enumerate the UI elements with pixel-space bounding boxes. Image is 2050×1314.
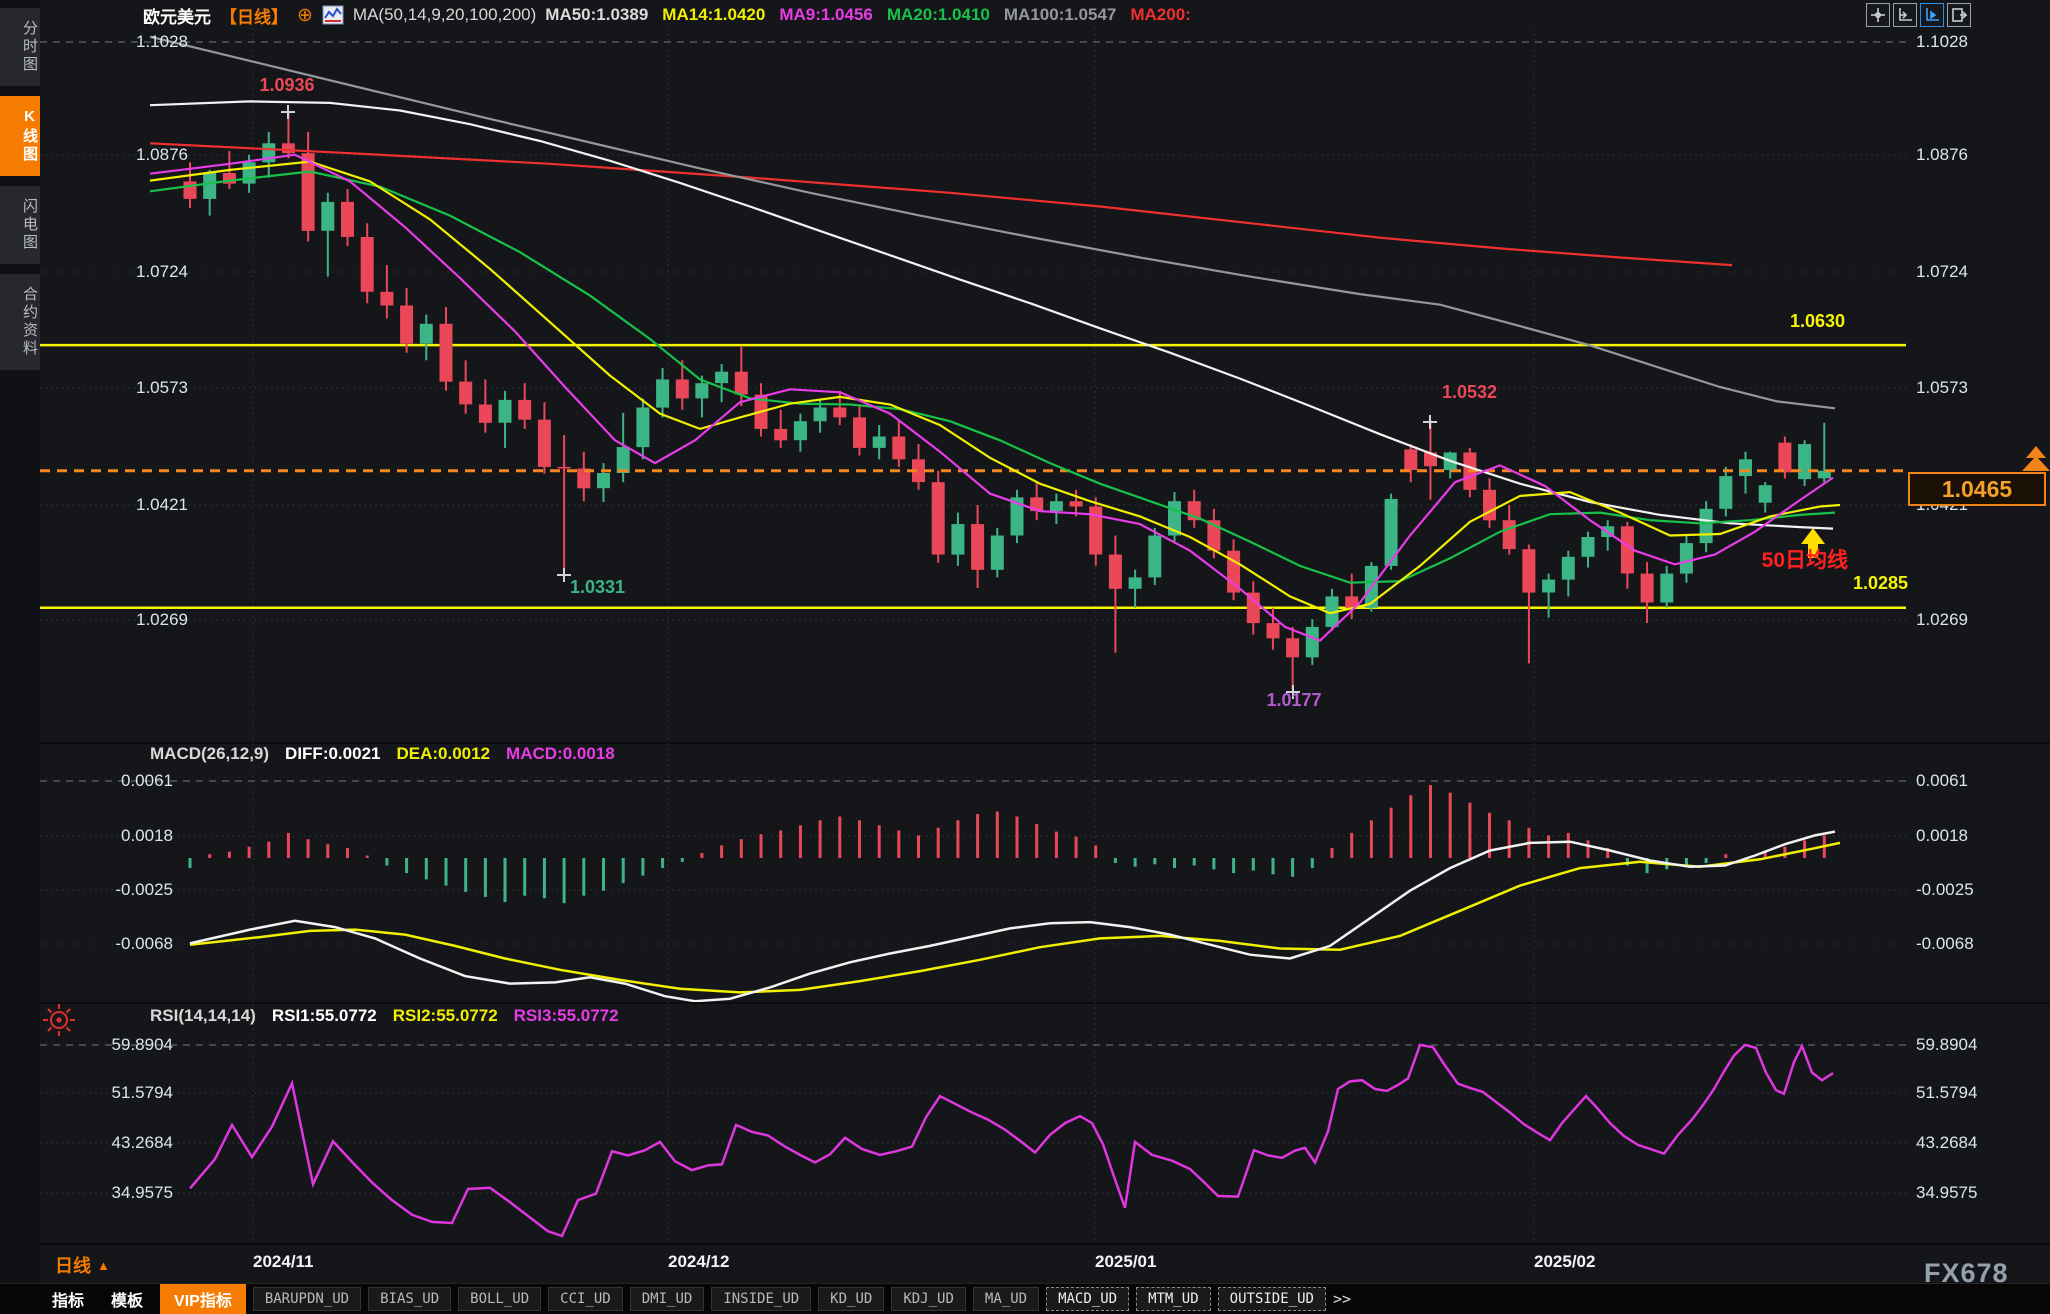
sidebar-item-1[interactable]: K线图 — [0, 96, 40, 176]
indicator-value: RSI3:55.0772 — [514, 1006, 619, 1026]
axis-tick: 51.5794 — [40, 1083, 173, 1103]
axis-tick: 1.0724 — [40, 262, 188, 282]
tab-BARUPDN_UD[interactable]: BARUPDN_UD — [253, 1287, 361, 1311]
axis-tick: 34.9575 — [40, 1183, 173, 1203]
tab-指标[interactable]: 指标 — [42, 1285, 94, 1313]
indicator-value: DIFF:0.0021 — [285, 744, 380, 764]
x-axis-month: 2025/02 — [1534, 1252, 1595, 1272]
axis-tick: 1.0876 — [1916, 145, 1968, 165]
x-axis-month: 2024/11 — [253, 1252, 314, 1272]
tab-MTM_UD[interactable]: MTM_UD — [1136, 1287, 1211, 1311]
indicator-value: MACD(26,12,9) — [150, 744, 269, 764]
ma-value: MA50:1.0389 — [545, 5, 648, 25]
sidebar-item-3[interactable]: 合约资料 — [0, 274, 40, 370]
axis-scale-right-icon[interactable] — [1920, 3, 1944, 27]
axis-tick: 59.8904 — [1916, 1035, 1977, 1055]
chart-header: 欧元美元 【日线】 ⊕ MA(50,14,9,20,100,200) MA50:… — [143, 3, 1191, 27]
ma-values: MA50:1.0389 MA14:1.0420 MA9:1.0456 MA20:1.0… — [545, 5, 1191, 25]
axis-scale-left-icon[interactable] — [1893, 3, 1917, 27]
tab-KD_UD[interactable]: KD_UD — [818, 1287, 884, 1311]
chart-annotation: 1.0630 — [1790, 311, 1845, 332]
sidebar-chart-types: 分时图 K线图闪电图合约资料 — [0, 0, 40, 1283]
axis-tick: 1.0269 — [1916, 610, 1968, 630]
axis-tick: 0.0018 — [1916, 826, 1968, 846]
tab-MACD_UD[interactable]: MACD_UD — [1046, 1287, 1129, 1311]
chart-annotation: 1.0177 — [1266, 690, 1321, 711]
tab-BOLL_UD[interactable]: BOLL_UD — [458, 1287, 541, 1311]
period-tag: 【日线】 — [220, 3, 288, 28]
axis-tick: 1.0876 — [40, 145, 188, 165]
crosshair-icon[interactable] — [1866, 3, 1890, 27]
axis-tick: 0.0061 — [1916, 771, 1968, 791]
tab-VIP指标[interactable]: VIP指标 — [160, 1284, 246, 1314]
indicator-tabbar: 指标模板VIP指标 BARUPDN_UD BIAS_UD BOLL_UD CCI_UD D… — [0, 1283, 2050, 1314]
axis-tick: 1.0269 — [40, 610, 188, 630]
axis-tick: 1.0573 — [1916, 378, 1968, 398]
axis-tick: -0.0025 — [40, 880, 173, 900]
tab-模板[interactable]: 模板 — [101, 1285, 153, 1313]
triangle-up-icon: ▲ — [97, 1258, 110, 1273]
tab-MA_UD[interactable]: MA_UD — [973, 1287, 1039, 1311]
indicator-value: RSI(14,14,14) — [150, 1006, 256, 1026]
axis-tick: 0.0018 — [40, 826, 173, 846]
indicator-value: MACD:0.0018 — [506, 744, 615, 764]
tab-CCI_UD[interactable]: CCI_UD — [548, 1287, 623, 1311]
symbol-name: 欧元美元 — [143, 3, 211, 28]
tab->>[interactable]: >> — [1333, 1290, 1351, 1308]
ma-value: MA9:1.0456 — [779, 5, 873, 25]
chart-canvas[interactable] — [0, 0, 2050, 1314]
x-axis-month: 2025/01 — [1095, 1252, 1156, 1272]
add-indicator-icon[interactable]: ⊕ — [297, 6, 313, 25]
axis-tick: 1.0573 — [40, 378, 188, 398]
sidebar-item-2[interactable]: 闪电图 — [0, 186, 40, 264]
ma-value: MA14:1.0420 — [662, 5, 765, 25]
chart-toolbar — [1866, 3, 1971, 27]
chart-annotation: 1.0936 — [259, 75, 314, 96]
axis-tick: -0.0068 — [40, 934, 173, 954]
mini-chart-icon[interactable] — [322, 5, 344, 25]
axis-tick: 1.1028 — [40, 32, 188, 52]
ma-value: MA200: — [1130, 5, 1190, 25]
axis-tick: -0.0025 — [1916, 880, 1974, 900]
chart-annotation: 1.0285 — [1853, 573, 1908, 594]
x-axis-month: 2024/12 — [668, 1252, 729, 1272]
macd-header: MACD(26,12,9) DIFF:0.0021 DEA:0.0012 MACD:0… — [150, 744, 615, 764]
tab-DMI_UD[interactable]: DMI_UD — [630, 1287, 705, 1311]
ma-value: MA20:1.0410 — [887, 5, 990, 25]
tab-BIAS_UD[interactable]: BIAS_UD — [368, 1287, 451, 1311]
period-label: 日线 — [55, 1252, 91, 1278]
alert-icon[interactable] — [42, 1002, 76, 1043]
indicator-value: RSI1:55.0772 — [272, 1006, 377, 1026]
period-selector[interactable]: 日线 ▲ — [55, 1252, 110, 1278]
new-window-icon[interactable] — [1947, 3, 1971, 27]
rsi-header: RSI(14,14,14) RSI1:55.0772 RSI2:55.0772 RSI… — [150, 1006, 619, 1026]
axis-tick: 34.9575 — [1916, 1183, 1977, 1203]
indicator-value: DEA:0.0012 — [396, 744, 490, 764]
axis-tick: 1.0421 — [40, 495, 188, 515]
sidebar-item-0[interactable]: 分时图 — [0, 8, 40, 86]
tab-KDJ_UD[interactable]: KDJ_UD — [891, 1287, 966, 1311]
axis-tick: 1.1028 — [1916, 32, 1968, 52]
axis-tick: 1.0724 — [1916, 262, 1968, 282]
axis-tick: 0.0061 — [40, 771, 173, 791]
chart-annotation: 1.0532 — [1442, 382, 1497, 403]
axis-tick: 51.5794 — [1916, 1083, 1977, 1103]
axis-tick: 43.2684 — [40, 1133, 173, 1153]
axis-tick: 43.2684 — [1916, 1133, 1977, 1153]
chart-annotation: 1.0331 — [570, 577, 625, 598]
axis-tick: -0.0068 — [1916, 934, 1974, 954]
tab-INSIDE_UD[interactable]: INSIDE_UD — [711, 1287, 811, 1311]
current-price-box: 1.0465 — [1908, 472, 2046, 506]
chart-annotation: 50日均线 — [1762, 544, 1848, 574]
indicator-value: RSI2:55.0772 — [393, 1006, 498, 1026]
tab-OUTSIDE_UD[interactable]: OUTSIDE_UD — [1218, 1287, 1326, 1311]
ma-settings: MA(50,14,9,20,100,200) — [353, 5, 536, 25]
ma-value: MA100:1.0547 — [1004, 5, 1116, 25]
trading-app: 分时图 K线图闪电图合约资料 欧元美元 【日线】 ⊕ MA(50,14,9,20,… — [0, 0, 2050, 1314]
